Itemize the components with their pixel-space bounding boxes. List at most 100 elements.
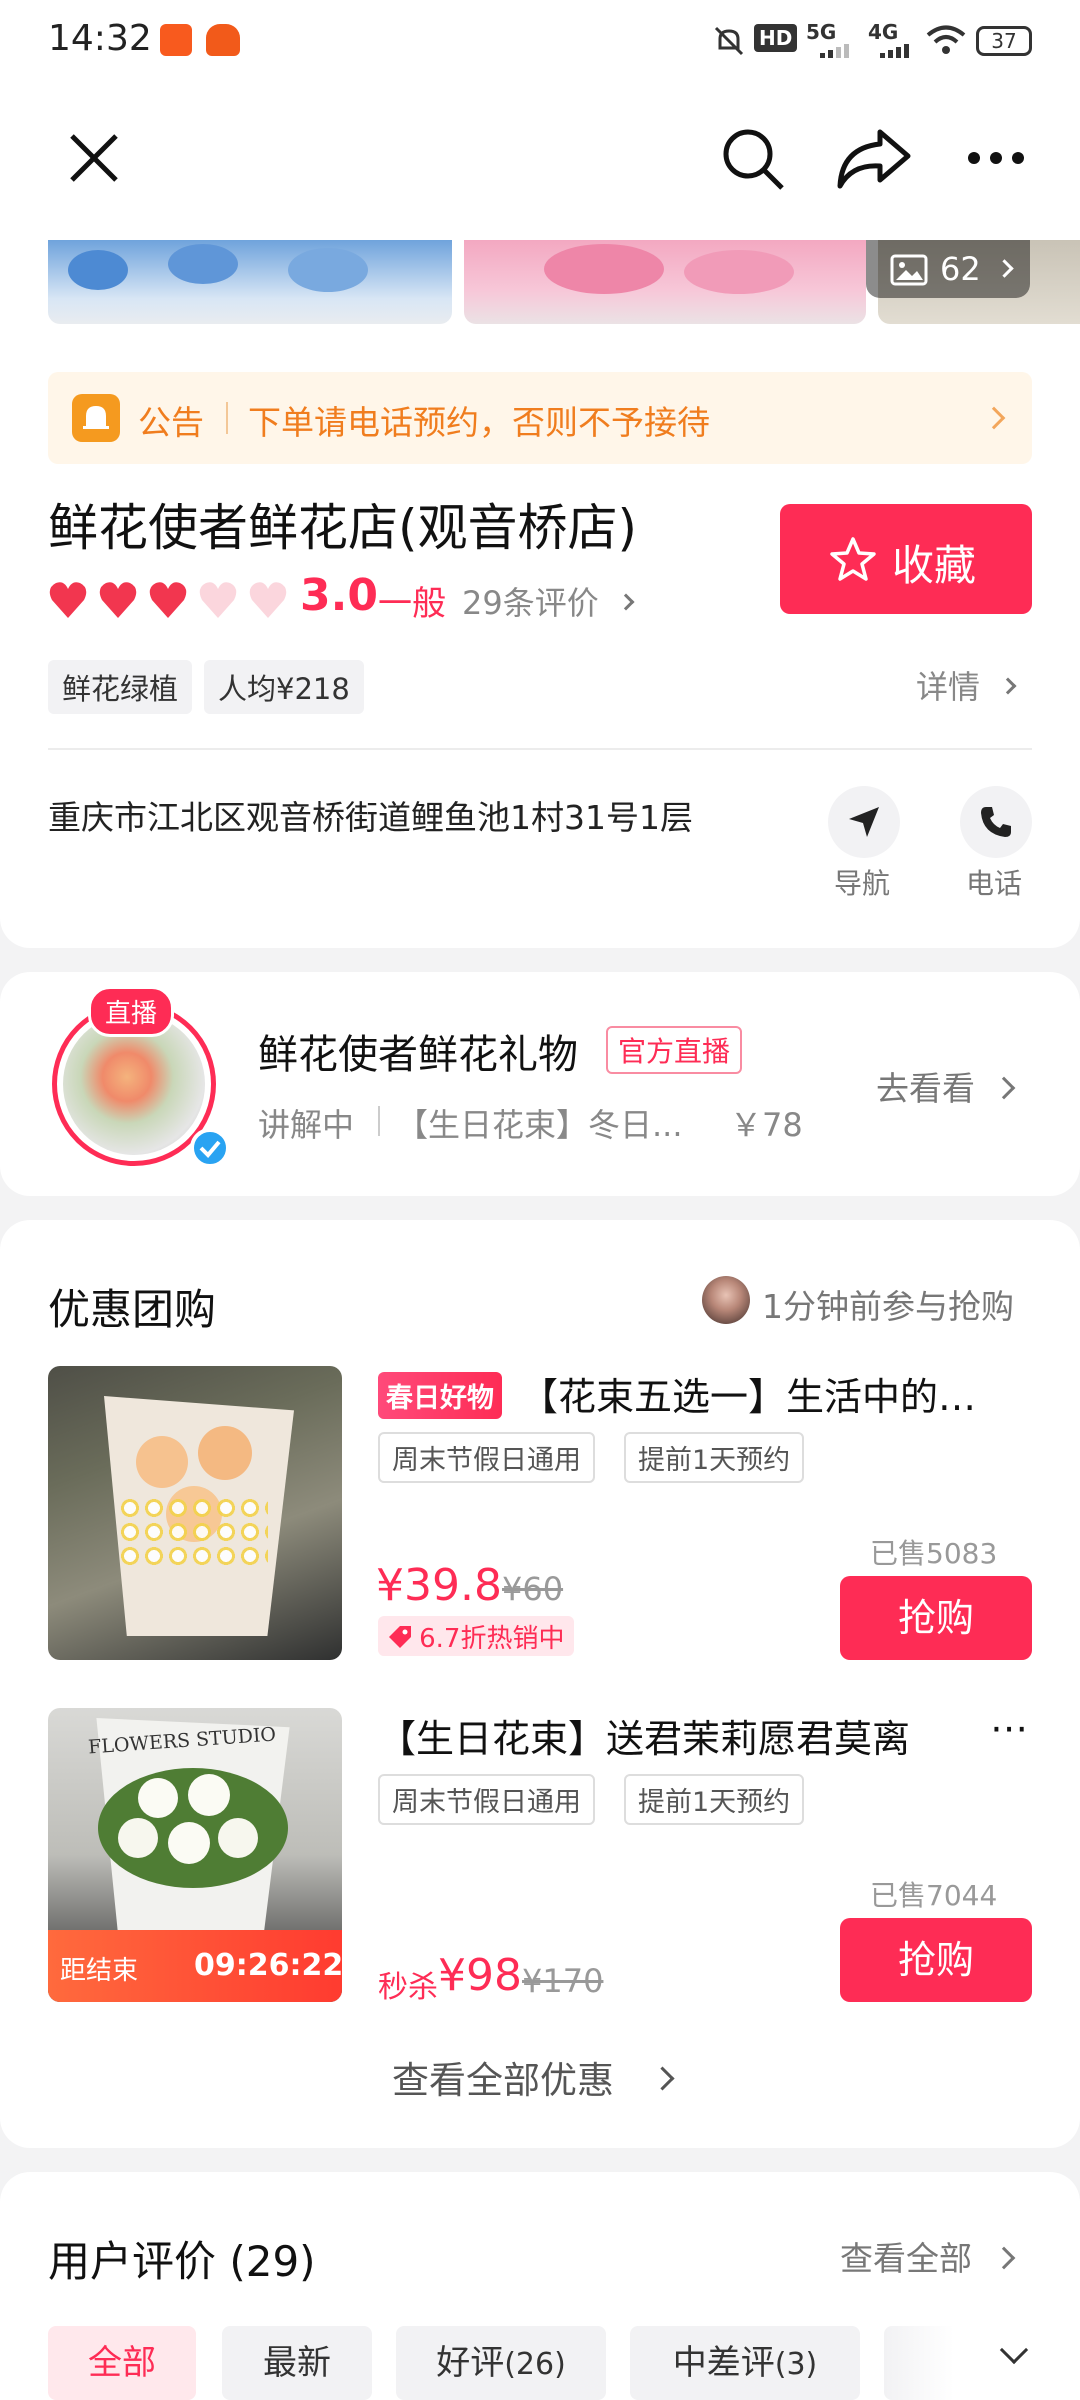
shop-address[interactable]: 重庆市江北区观音桥街道鲤鱼池1村31号1层 [48,794,708,842]
countdown-bar: 距结束 09:26:22 [48,1930,343,2002]
recent-purchase-text: 1分钟前参与抢购 [762,1287,1014,1326]
flash-sale-label: 秒杀 [378,1970,438,2005]
official-live-tag: 官方直播 [606,1026,743,1074]
reviews-title: 用户评价 (29) [48,2237,316,2286]
heart-icon [49,582,87,618]
app-notification-icon [160,24,192,56]
rating-hearts [48,578,288,622]
heart-icon [149,582,187,618]
review-tab-count: (3) [774,2347,818,2382]
deal-title[interactable]: 【生日花束】送君茉莉愿君莫离 [378,1708,958,1763]
star-icon [830,537,876,581]
more-dots-icon: ⋯ [990,1706,1028,1750]
tag-icon [389,1625,411,1648]
heart-icon [199,582,237,618]
buy-button[interactable]: 抢购 [840,1576,1032,1660]
go-watch-link[interactable]: 去看看 [876,1062,975,1110]
deal-image-1[interactable] [48,1366,342,1660]
battery-icon: 37 [976,26,1032,56]
review-tab-label: 全部 [88,2343,156,2383]
review-tab-more[interactable] [884,2326,954,2400]
deal-sold-count: 已售7044 [870,1879,998,1912]
gallery-image-2[interactable] [464,240,866,324]
image-icon [890,254,928,286]
view-all-deals-link[interactable]: 查看全部优惠 [392,2050,614,2104]
deal-original-price: ¥60 [502,1570,564,1608]
deals-card: 优惠团购 1分钟前参与抢购 春日好物 【花束五选一】生活中的… 周末节假日通用 … [0,1220,1080,2148]
live-badge: 直播 [88,986,175,1037]
signal2-icon [880,44,910,58]
deal-tag: 周末节假日通用 [378,1774,595,1825]
notice-text: 下单请电话预约，否则不予接待 [248,403,710,442]
review-tab-latest[interactable]: 最新 [222,2326,372,2400]
notice-bar[interactable]: 公告 下单请电话预约，否则不予接待 [48,372,1032,464]
mute-icon [714,26,744,56]
live-card[interactable]: 直播 鲜花使者鲜花礼物 官方直播 讲解中 【生日花束】冬日... ￥78 去看看 [0,972,1080,1196]
deal-price: ¥39.8 [376,1560,502,1611]
live-product: 【生日花束】冬日... [396,1106,683,1144]
share-icon[interactable] [836,126,912,192]
live-status: 讲解中 [258,1106,355,1144]
review-count-link[interactable]: 29条评价 [462,578,599,624]
review-tab-negative[interactable]: 中差评(3) [630,2326,860,2400]
expand-tabs-button[interactable] [960,2322,1080,2400]
chevron-right-icon [995,259,1014,278]
discount-text: 6.7折热销中 [419,1624,565,1654]
chevron-right-icon [992,1076,1016,1100]
divider [48,748,1032,750]
live-shop-name: 鲜花使者鲜花礼物 [258,1032,578,1078]
notice-divider [226,402,228,434]
network-5g-label: 5G [806,20,837,44]
buy-button-label: 抢购 [897,1596,974,1640]
collect-label: 收藏 [892,541,977,590]
chevron-right-icon [992,2246,1016,2270]
deal-title[interactable]: 【花束五选一】生活中的… [520,1366,1040,1421]
deal-tag: 周末节假日通用 [378,1432,595,1483]
gallery-count: 62 [940,250,981,288]
deal-price: ¥98 [438,1950,522,2001]
participant-avatar [702,1276,750,1324]
review-tab-all[interactable]: 全部 [48,2326,196,2400]
network-4g-label: 4G [868,20,899,44]
view-all-reviews-link[interactable]: 查看全部 [840,2232,972,2280]
deal-original-price: ¥170 [522,1962,604,2000]
deal-tag: 提前1天预约 [624,1774,805,1825]
countdown-label: 距结束 [60,1956,139,1986]
review-tab-positive[interactable]: 好评(26) [396,2326,606,2400]
search-icon[interactable] [720,126,786,192]
phone-icon [981,807,1011,837]
detail-link[interactable]: 详情 [916,662,980,708]
review-tab-count: (26) [504,2347,566,2382]
shop-tag: 鲜花绿植 [48,660,193,714]
navigation-arrow-icon [849,807,879,837]
heart-icon [249,582,287,618]
chevron-right-icon [982,406,1006,430]
deals-title: 优惠团购 [48,1285,217,1334]
gallery-count-badge[interactable]: 62 [866,240,1030,298]
close-icon[interactable] [66,130,122,186]
buy-button-label: 抢购 [897,1938,974,1982]
more-icon[interactable] [966,150,1026,166]
chevron-right-icon [999,677,1017,695]
gallery-image-1[interactable] [48,240,452,324]
review-tab-label: 好评 [436,2343,505,2383]
divider [378,1106,380,1136]
navigate-button[interactable] [828,786,900,858]
game-notification-icon [206,24,240,56]
chevron-right-icon [650,2066,675,2091]
collect-button[interactable]: 收藏 [780,504,1032,614]
buy-button[interactable]: 抢购 [840,1918,1032,2002]
heart-icon [99,582,137,618]
deal-sold-count: 已售5083 [870,1537,998,1570]
phone-label: 电话 [966,867,1023,900]
status-bar: 14:32 HD 5G 4G 37 [0,0,1080,82]
rating-score: 3.0 [300,570,378,621]
top-nav-bar [0,82,1080,242]
deal-tag: 提前1天预约 [624,1432,805,1483]
notice-bell-icon [72,394,120,442]
review-tab-label: 中差评 [672,2343,775,2383]
phone-button[interactable] [960,786,1032,858]
chevron-down-icon [999,2335,1029,2365]
chevron-right-icon [617,593,635,611]
rating-word: 一般 [378,584,446,624]
